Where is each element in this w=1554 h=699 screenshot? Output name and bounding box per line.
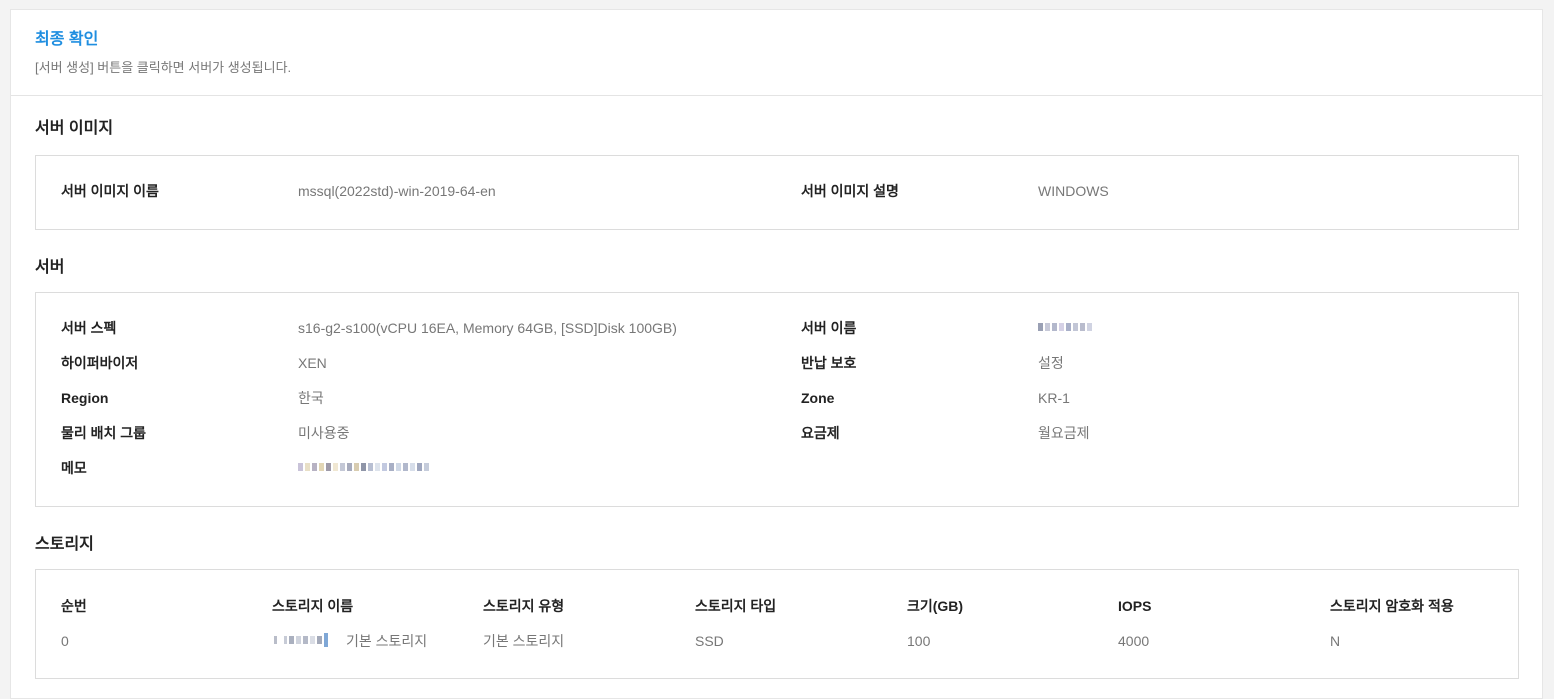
col-header-type: 스토리지 타입 [695,598,777,614]
col-header-iops: IOPS [1118,598,1152,614]
cell-size: 100 [907,633,931,649]
server-spec-label: 서버 스펙 [61,320,117,336]
server-name-redacted [1038,323,1094,333]
cell-kind: 기본 스토리지 [483,633,565,649]
server-row-memo: 메모 [36,458,1518,478]
server-row-placement: 물리 배치 그룹 미사용중 요금제 월요금제 [36,423,1518,443]
memo-redacted [298,463,431,473]
page-description: [서버 생성] 버튼을 클릭하면 서버가 생성됩니다. [35,60,292,75]
server-image-desc-label: 서버 이미지 설명 [801,183,899,199]
region-label: Region [61,390,109,406]
zone-label: Zone [801,390,835,406]
server-image-row: 서버 이미지 이름 mssql(2022std)-win-2019-64-en … [36,181,1518,201]
final-confirm-panel: 최종 확인 [서버 생성] 버튼을 클릭하면 서버가 생성됩니다. 서버 이미지… [10,9,1543,699]
zone-value: KR-1 [1038,390,1070,406]
section-title-storage: 스토리지 [35,536,94,553]
table-row: 0 기본 스토리지 기본 스토리지 SSD 100 4000 N [36,631,1518,651]
cell-name: 기본 스토리지 [346,633,428,649]
server-image-box: 서버 이미지 이름 mssql(2022std)-win-2019-64-en … [35,155,1519,230]
storage-table: 순번 스토리지 이름 스토리지 유형 스토리지 타입 크기(GB) IOPS 스… [35,569,1519,679]
server-box: 서버 스펙 s16-g2-s100(vCPU 16EA, Memory 64GB… [35,292,1519,507]
pricing-label: 요금제 [801,425,840,441]
server-name-label: 서버 이름 [801,320,857,336]
server-spec-value: s16-g2-s100(vCPU 16EA, Memory 64GB, [SSD… [298,320,677,336]
server-row-hypervisor: 하이퍼바이저 XEN 반납 보호 설정 [36,353,1518,373]
col-header-size: 크기(GB) [907,598,964,614]
hypervisor-label: 하이퍼바이저 [61,355,139,371]
server-row-spec: 서버 스펙 s16-g2-s100(vCPU 16EA, Memory 64GB… [36,318,1518,338]
col-header-kind: 스토리지 유형 [483,598,565,614]
section-title-server: 서버 [35,259,65,276]
server-image-name-label: 서버 이미지 이름 [61,183,159,199]
cell-index: 0 [61,633,69,649]
col-header-index: 순번 [61,598,87,614]
pricing-value: 월요금제 [1038,425,1090,441]
storage-header-row: 순번 스토리지 이름 스토리지 유형 스토리지 타입 크기(GB) IOPS 스… [36,596,1518,616]
server-row-region: Region 한국 Zone KR-1 [36,388,1518,408]
cell-type: SSD [695,633,724,649]
page-title: 최종 확인 [35,31,99,48]
section-title-server-image: 서버 이미지 [35,120,114,137]
col-header-encryption: 스토리지 암호화 적용 [1330,598,1454,614]
panel-header: 최종 확인 [서버 생성] 버튼을 클릭하면 서버가 생성됩니다. [11,10,1542,96]
return-protect-label: 반납 보호 [801,355,857,371]
cell-iops: 4000 [1118,633,1150,649]
memo-label: 메모 [61,460,87,476]
region-value: 한국 [298,390,324,406]
placement-group-label: 물리 배치 그룹 [61,425,147,441]
cell-encryption: N [1330,633,1341,649]
col-header-name: 스토리지 이름 [272,598,354,614]
placement-group-value: 미사용중 [298,425,350,441]
storage-name-redacted [274,633,330,647]
hypervisor-value: XEN [298,355,327,371]
server-image-name-value: mssql(2022std)-win-2019-64-en [298,183,496,199]
server-image-desc-value: WINDOWS [1038,183,1109,199]
return-protect-value: 설정 [1038,355,1064,371]
